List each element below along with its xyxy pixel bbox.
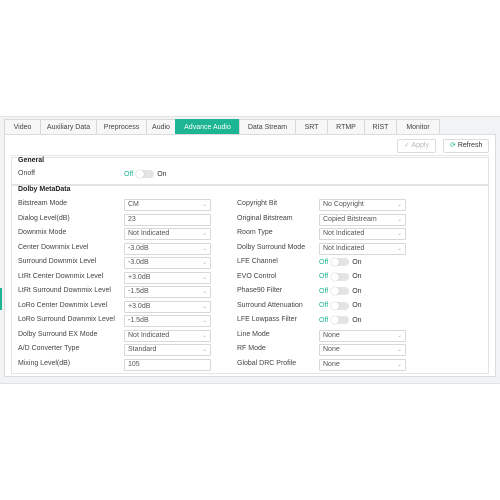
downmix-mode-select[interactable]: Not Indicated ⌄ [124, 228, 211, 240]
chevron-down-icon: ⌄ [201, 245, 207, 252]
chevron-down-icon: ⌄ [396, 216, 402, 223]
lfe-lowpass-filter-label: LFE Lowpass Filter [237, 316, 297, 323]
center-downmix-level-label: Center Downmix Level [18, 243, 89, 251]
mixing-level-db-input[interactable]: 105 [124, 358, 211, 371]
copyright-bit-select[interactable]: No Copyright ⌄ [319, 199, 406, 211]
toggle-switch[interactable] [331, 272, 350, 281]
a-d-converter-type-select[interactable]: Standard ⌄ [124, 344, 211, 356]
dialog-level-db-input[interactable]: 23 [124, 213, 211, 226]
apply-button[interactable]: ✓ Apply [397, 139, 436, 153]
ltrt-center-downmix-level-select[interactable]: +3.0dB ⌄ [124, 271, 211, 284]
rf-mode-select[interactable]: None ⌄ [319, 344, 406, 356]
ltrt-surround-downmix-level-select[interactable]: -1.5dB ⌄ [124, 286, 211, 298]
toggle-switch[interactable] [331, 301, 350, 310]
loro-surround-downmix-level-select[interactable]: -1.5dB ⌄ [124, 315, 211, 327]
general-title: General [18, 157, 45, 164]
original-bitstream-label: Original Bitstream [237, 214, 293, 222]
tab-preprocess[interactable]: Preprocess [96, 119, 147, 134]
lfe-lowpass-filter-toggle[interactable]: Off On [319, 315, 362, 325]
advance-audio-panel: ✓ Apply ⟳ Refresh General Onoff Off On D… [4, 134, 496, 377]
center-downmix-level-select[interactable]: -3.0dB ⌄ [124, 242, 211, 255]
toggle-knob [331, 287, 340, 295]
tab-monitor[interactable]: Monitor [396, 119, 440, 134]
tab-video[interactable]: Video [4, 119, 41, 134]
evo-control-toggle[interactable]: Off On [319, 272, 362, 282]
ltrt-center-downmix-level-label: LtRt Center Downmix Level [18, 272, 104, 280]
chevron-down-icon: ⌄ [396, 361, 402, 368]
toolbar-divider [11, 155, 489, 156]
surround-downmix-level-select[interactable]: -3.0dB ⌄ [124, 257, 211, 269]
surround-attenuation-toggle[interactable]: Off On [319, 301, 362, 311]
onoff-toggle[interactable]: Off On [124, 169, 167, 179]
room-type-label: Room Type [237, 229, 273, 236]
phase90-filter-label: Phase90 Filter [237, 287, 283, 294]
onoff-switch[interactable] [136, 170, 155, 178]
loro-center-downmix-level-select[interactable]: +3.0dB ⌄ [124, 300, 211, 313]
loro-surround-downmix-level-label: LoRo Surround Downmix Level [18, 316, 115, 323]
dolby-metadata-title: Dolby MetaData [18, 186, 71, 193]
side-accent-bar [0, 288, 2, 310]
toggle-switch[interactable] [331, 258, 350, 266]
tab-rist[interactable]: RIST [364, 119, 397, 134]
dolby-surround-ex-mode-label: Dolby Surround EX Mode [18, 330, 98, 338]
chevron-down-icon: ⌄ [201, 289, 207, 295]
chevron-down-icon: ⌄ [201, 303, 207, 310]
chevron-down-icon: ⌄ [201, 202, 207, 208]
room-type-select[interactable]: Not Indicated ⌄ [319, 228, 406, 240]
surround-attenuation-label: Surround Attenuation [237, 301, 303, 309]
chevron-down-icon: ⌄ [201, 332, 207, 339]
chevron-down-icon: ⌄ [201, 347, 207, 353]
bitstream-mode-label: Bitstream Mode [18, 200, 68, 207]
toggle-knob [331, 316, 340, 324]
chevron-down-icon: ⌄ [201, 260, 207, 266]
chevron-down-icon: ⌄ [201, 318, 207, 324]
chevron-down-icon: ⌄ [201, 274, 207, 281]
ltrt-surround-downmix-level-label: LtRt Surround Downmix Level [18, 287, 111, 294]
tab-srt[interactable]: SRT [295, 119, 328, 134]
downmix-mode-label: Downmix Mode [18, 229, 67, 236]
refresh-icon: ⟳ [450, 142, 456, 149]
toggle-switch[interactable] [331, 287, 350, 295]
dolby-surround-mode-label: Dolby Surround Mode [237, 243, 306, 251]
line-mode-label: Line Mode [237, 330, 270, 338]
dialog-level-db-label: Dialog Level(dB) [18, 214, 70, 222]
chevron-down-icon: ⌄ [396, 231, 402, 237]
tab-advance-audio[interactable]: Advance Audio [175, 119, 240, 134]
phase90-filter-toggle[interactable]: Off On [319, 286, 362, 296]
line-mode-select[interactable]: None ⌄ [319, 329, 406, 342]
evo-control-label: EVO Control [237, 272, 277, 280]
check-icon: ✓ [404, 142, 410, 149]
refresh-button[interactable]: ⟳ Refresh [443, 139, 490, 153]
toggle-switch[interactable] [331, 316, 350, 324]
chevron-down-icon: ⌄ [396, 202, 402, 208]
global-drc-profile-select[interactable]: None ⌄ [319, 358, 406, 371]
chevron-down-icon: ⌄ [396, 347, 402, 353]
tab-bar: Video Auxiliary Data Preprocess Audio Ad… [4, 119, 440, 134]
dolby-surround-mode-select[interactable]: Not Indicated ⌄ [319, 242, 406, 255]
tab-auxiliary-data[interactable]: Auxiliary Data [40, 119, 97, 134]
chevron-down-icon: ⌄ [201, 231, 207, 237]
tab-rtmp[interactable]: RTMP [327, 119, 365, 134]
toggle-knob [331, 301, 340, 310]
loro-center-downmix-level-label: LoRo Center Downmix Level [18, 301, 108, 309]
surround-downmix-level-label: Surround Downmix Level [18, 258, 97, 265]
original-bitstream-select[interactable]: Copied Bitstream ⌄ [319, 213, 406, 226]
toggle-knob [331, 258, 340, 266]
global-drc-profile-label: Global DRC Profile [237, 359, 297, 367]
a-d-converter-type-label: A/D Converter Type [18, 345, 80, 352]
mixing-level-db-label: Mixing Level(dB) [18, 359, 71, 367]
chevron-down-icon: ⌄ [396, 245, 402, 252]
bitstream-mode-select[interactable]: CM ⌄ [124, 199, 211, 211]
general-section [11, 157, 489, 185]
dolby-surround-ex-mode-select[interactable]: Not Indicated ⌄ [124, 329, 211, 342]
onoff-label: Onoff [18, 170, 35, 177]
chevron-down-icon: ⌄ [396, 332, 402, 339]
toggle-knob [331, 272, 340, 281]
rf-mode-label: RF Mode [237, 345, 266, 352]
lfe-channel-toggle[interactable]: Off On [319, 257, 362, 267]
copyright-bit-label: Copyright Bit [237, 200, 278, 207]
tab-audio[interactable]: Audio [146, 119, 176, 134]
tab-data-stream[interactable]: Data Stream [239, 119, 296, 134]
lfe-channel-label: LFE Channel [237, 258, 278, 265]
